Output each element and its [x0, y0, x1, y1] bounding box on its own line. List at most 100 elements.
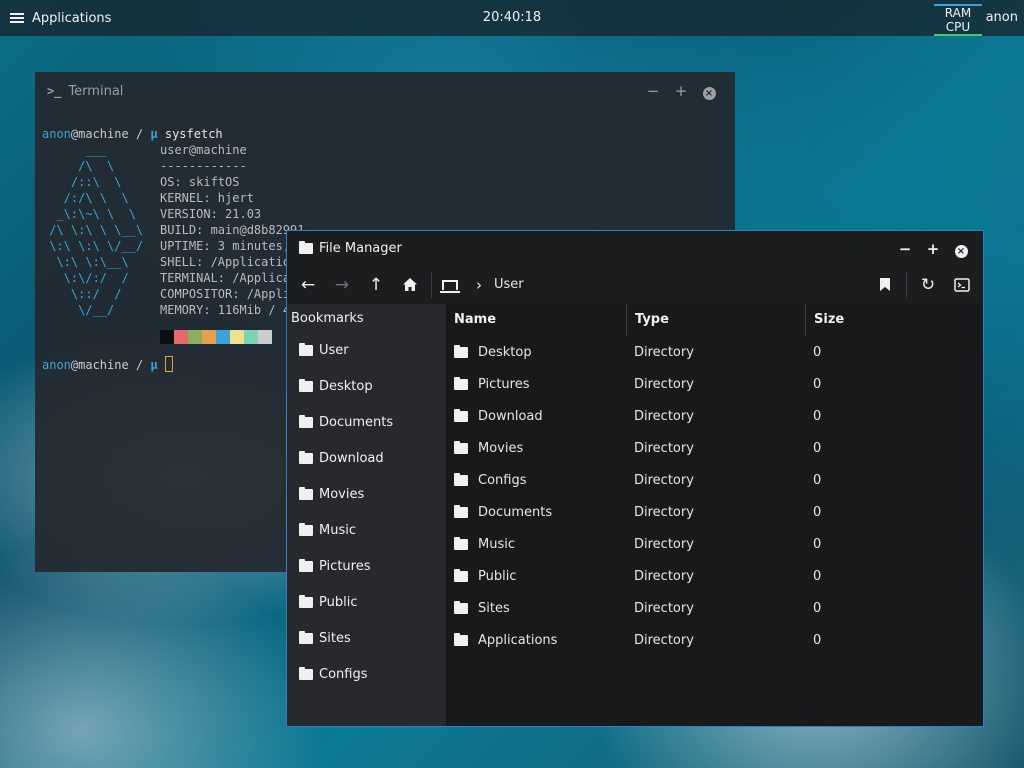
prompt-host: @machine / [70, 358, 151, 372]
maximize-button[interactable]: + [667, 82, 695, 100]
file-size: 0 [813, 408, 822, 424]
applications-menu-button[interactable]: Applications [0, 0, 121, 36]
table-row[interactable]: Download Directory 0 [446, 400, 983, 432]
refresh-icon: ↻ [920, 274, 936, 295]
sidebar-item-label: Public [319, 594, 358, 610]
sidebar-item-music[interactable]: Music [287, 512, 446, 548]
bookmark-button[interactable] [868, 268, 902, 302]
table-row[interactable]: Music Directory 0 [446, 528, 983, 560]
sidebar-item-configs[interactable]: Configs [287, 656, 446, 692]
file-size: 0 [813, 440, 822, 456]
name-cell: Sites [446, 600, 626, 616]
folder-icon [454, 536, 468, 550]
table-row[interactable]: Desktop Directory 0 [446, 336, 983, 368]
file-type: Directory [634, 568, 694, 584]
sidebar-item-download[interactable]: Download [287, 440, 446, 476]
folder-icon [454, 504, 468, 518]
name-cell: Desktop [446, 344, 626, 360]
terminal-icon [954, 277, 970, 292]
folder-icon [454, 440, 468, 454]
breadcrumb[interactable]: › User [436, 266, 868, 303]
sidebar-item-pictures[interactable]: Pictures [287, 548, 446, 584]
folder-icon [299, 450, 313, 464]
file-type: Directory [634, 536, 694, 552]
name-cell: Music [446, 536, 626, 552]
sidebar-item-sites[interactable]: Sites [287, 620, 446, 656]
palette-swatch [244, 330, 258, 344]
computer-icon [440, 279, 460, 293]
file-name: Download [478, 408, 543, 424]
folder-icon [299, 414, 313, 428]
file-type: Directory [634, 504, 694, 520]
ram-label: RAM [934, 4, 982, 20]
file-name: Documents [478, 504, 553, 520]
file-type: Directory [634, 344, 694, 360]
up-button[interactable]: ↑ [359, 268, 393, 302]
column-header-name[interactable]: Name [446, 304, 626, 336]
file-size: 0 [813, 344, 822, 360]
open-terminal-button[interactable] [945, 268, 979, 302]
file-manager-titlebar[interactable]: File Manager − + × [287, 231, 983, 266]
palette-swatch [188, 330, 202, 344]
name-cell: Download [446, 408, 626, 424]
back-button[interactable]: ← [291, 268, 325, 302]
refresh-button[interactable]: ↻ [911, 268, 945, 302]
sidebar-item-label: Download [319, 450, 384, 466]
user-menu[interactable]: anon [986, 10, 1018, 25]
toolbar-separator [906, 271, 907, 298]
table-row[interactable]: Applications Directory 0 [446, 624, 983, 656]
sidebar-item-documents[interactable]: Documents [287, 404, 446, 440]
applications-label: Applications [32, 10, 112, 26]
terminal-icon: >_ [47, 84, 62, 98]
folder-icon [299, 378, 313, 392]
sidebar-item-user[interactable]: User [287, 332, 446, 368]
resource-monitor[interactable]: RAM CPU [934, 2, 982, 36]
clock-text[interactable]: 20:40:18 [483, 10, 541, 25]
table-row[interactable]: Public Directory 0 [446, 560, 983, 592]
table-row[interactable]: Sites Directory 0 [446, 592, 983, 624]
file-name: Desktop [478, 344, 532, 360]
file-size: 0 [813, 472, 822, 488]
bookmarks-sidebar: Bookmarks User Desktop Documents Download Mo… [287, 304, 446, 726]
folder-icon [454, 632, 468, 646]
folder-icon [299, 522, 313, 536]
minimize-button[interactable]: − [639, 82, 667, 100]
table-row[interactable]: Pictures Directory 0 [446, 368, 983, 400]
file-size: 0 [813, 536, 822, 552]
table-row[interactable]: Documents Directory 0 [446, 496, 983, 528]
maximize-button[interactable]: + [919, 240, 947, 258]
sidebar-item-label: Music [319, 522, 356, 538]
close-button[interactable]: × [695, 82, 723, 100]
forward-button[interactable]: → [325, 268, 359, 302]
bookmark-icon [880, 278, 890, 291]
folder-icon [454, 568, 468, 582]
close-button[interactable]: × [947, 240, 975, 258]
breadcrumb-item-user[interactable]: User [494, 277, 524, 292]
minimize-button[interactable]: − [891, 240, 919, 258]
prompt-symbol: µ [150, 358, 158, 372]
sidebar-item-desktop[interactable]: Desktop [287, 368, 446, 404]
terminal-titlebar[interactable]: >_ Terminal − + × [35, 72, 735, 110]
palette-swatch [230, 330, 244, 344]
sidebar-item-movies[interactable]: Movies [287, 476, 446, 512]
sidebar-item-label: User [319, 342, 349, 358]
file-manager-window[interactable]: File Manager − + × ← → ↑ › User ↻ Bookma… [286, 230, 984, 727]
name-cell: Documents [446, 504, 626, 520]
sidebar-item-public[interactable]: Public [287, 584, 446, 620]
file-size: 0 [813, 568, 822, 584]
name-cell: Movies [446, 440, 626, 456]
home-button[interactable] [393, 268, 427, 302]
folder-icon [299, 666, 313, 680]
table-row[interactable]: Configs Directory 0 [446, 464, 983, 496]
file-list: Name Type Size Desktop Directory 0 Pictures… [446, 304, 983, 726]
column-header-type[interactable]: Type [626, 304, 805, 336]
file-type: Directory [634, 472, 694, 488]
table-row[interactable]: Movies Directory 0 [446, 432, 983, 464]
clock: 20:40:18 [0, 10, 1024, 25]
folder-icon [299, 558, 313, 572]
chevron-right-icon: › [476, 275, 482, 294]
folder-icon [454, 408, 468, 422]
column-header-size[interactable]: Size [805, 304, 983, 336]
folder-icon [454, 472, 468, 486]
file-type: Directory [634, 600, 694, 616]
